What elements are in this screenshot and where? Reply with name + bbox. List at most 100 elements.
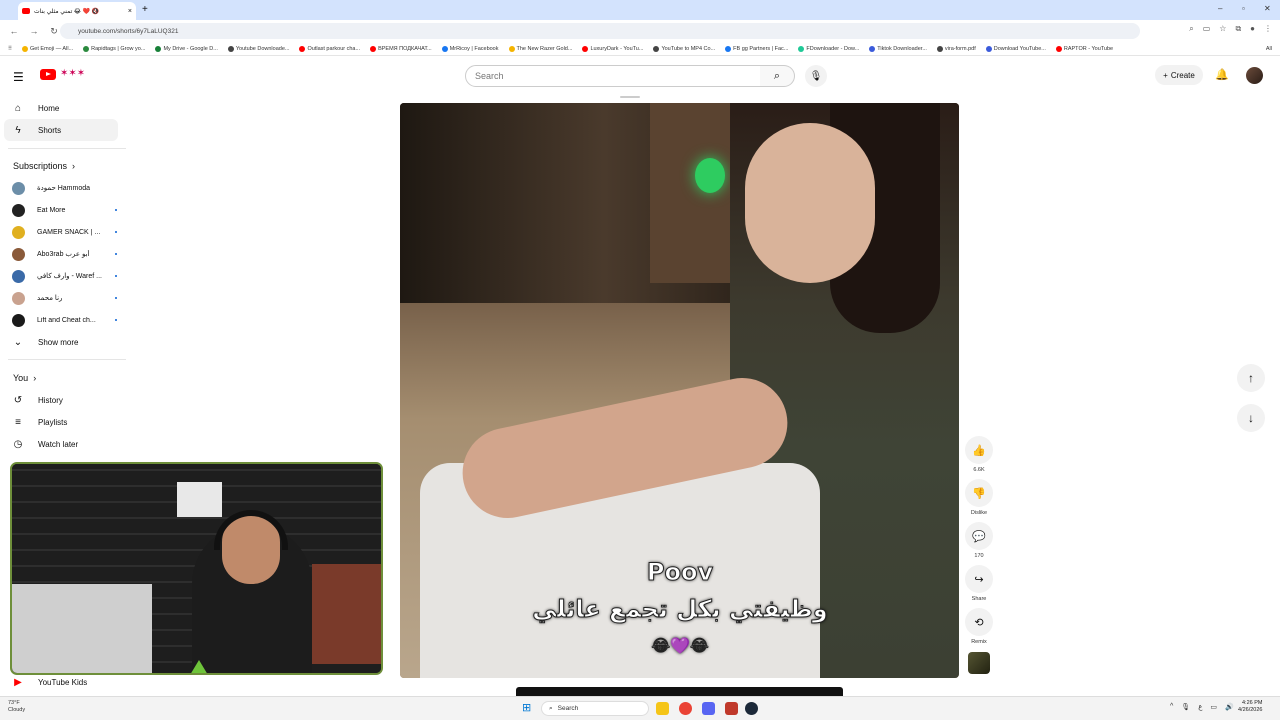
forward-icon[interactable]: → xyxy=(28,26,40,36)
audio-source-thumbnail[interactable] xyxy=(968,652,990,674)
subscription-channel[interactable]: Lift and Cheat ch... xyxy=(12,309,117,331)
notifications-bell-icon[interactable]: 🔔 xyxy=(1215,68,1229,81)
steam-icon[interactable] xyxy=(745,702,758,715)
youtube-logo-icon[interactable] xyxy=(40,69,56,80)
browser-toolbar: ← → ↻ youtube.com/shorts/6y7LaLUQ321 ⌕ ▭… xyxy=(0,20,1280,42)
youtube-header: ☰ ✶✶✶ Search ⌕ 🎙 + Create 🔔 xyxy=(0,56,1280,96)
bookmark-item[interactable]: MrRicoy | Facebook xyxy=(441,45,499,52)
reload-icon[interactable]: ↻ xyxy=(48,26,60,37)
doodle-icon[interactable]: ✶✶✶ xyxy=(60,68,85,79)
bookmark-favicon-icon xyxy=(869,45,876,52)
address-bar[interactable]: youtube.com/shorts/6y7LaLUQ321 xyxy=(60,23,1140,39)
close-window-icon[interactable]: ✕ xyxy=(1264,4,1271,13)
bookmark-item[interactable]: Get Emoji — All... xyxy=(22,45,74,52)
windows-start-icon[interactable]: ⊞ xyxy=(522,701,531,714)
next-short-preview[interactable] xyxy=(516,687,843,696)
bookmark-item[interactable]: Rapidtags | Grow yo... xyxy=(83,45,145,52)
close-tab-icon[interactable]: × xyxy=(128,8,132,15)
voice-search-button[interactable]: 🎙 xyxy=(805,65,827,87)
bookmark-favicon-icon xyxy=(725,45,732,52)
sidebar-item-history[interactable]: ↺ History xyxy=(4,389,118,411)
bookmark-item[interactable]: FB gg Partners | Fac... xyxy=(725,45,788,52)
new-tab-button[interactable]: + xyxy=(142,4,148,15)
remix-button[interactable]: ⟲ xyxy=(965,608,993,636)
search-icon: ⌕ xyxy=(549,704,553,712)
bookmark-item[interactable]: YouTube to MP4 Co... xyxy=(653,45,715,52)
sidebar-item-home[interactable]: ⌂ Home xyxy=(4,97,118,119)
bookmark-item[interactable]: Youtube Downloade... xyxy=(227,45,289,52)
bookmark-item[interactable]: Tiktok Downloader... xyxy=(869,45,927,52)
bookmark-item[interactable]: RAPTOR - YouTube xyxy=(1055,45,1113,52)
share-button[interactable]: ↪ xyxy=(965,565,993,593)
subscriptions-header[interactable]: Subscriptions › xyxy=(13,161,75,171)
search-button[interactable]: ⌕ xyxy=(760,65,795,87)
comment-button[interactable]: 💬 xyxy=(965,522,993,550)
bookmark-label: Get Emoji — All... xyxy=(30,45,74,52)
bookmark-item[interactable]: ВРЕМЯ ПОДКАЧАТ... xyxy=(370,45,432,52)
taskbar-search-label: Search xyxy=(557,705,579,712)
show-more-button[interactable]: ⌄ Show more xyxy=(4,331,118,353)
menu-icon[interactable]: ⋮ xyxy=(1264,24,1272,34)
subscription-channel[interactable]: وارف كافي - Waref ... xyxy=(12,265,117,287)
bookmark-favicon-icon xyxy=(508,45,515,52)
subscription-channel[interactable]: GAMER SNACK | ... xyxy=(12,221,117,243)
volume-icon[interactable]: 🔊 xyxy=(1225,703,1234,711)
bookmark-favicon-icon xyxy=(22,45,29,52)
bookmark-item[interactable]: vira-form.pdf xyxy=(936,45,976,52)
you-header[interactable]: You › xyxy=(13,373,36,383)
mic-icon[interactable]: 🎙 xyxy=(1181,703,1190,711)
avatar[interactable] xyxy=(1246,67,1263,84)
action-label: Dislike xyxy=(970,510,988,516)
sidebar-item-watch-later[interactable]: ◷ Watch later xyxy=(4,433,118,455)
discord-icon[interactable] xyxy=(702,702,715,715)
subscription-channel[interactable]: Abo3rab أبو عرب xyxy=(12,243,117,265)
bookmark-item[interactable]: Download YouTube... xyxy=(985,45,1046,52)
new-content-dot-icon xyxy=(115,297,117,299)
subscription-channel[interactable]: Eat More xyxy=(12,199,117,221)
maximize-icon[interactable]: ▫ xyxy=(1242,4,1245,13)
weather-widget[interactable]: 73°F Cloudy xyxy=(8,700,25,714)
new-content-dot-icon xyxy=(115,253,117,255)
channel-name: GAMER SNACK | ... xyxy=(37,228,101,236)
network-icon[interactable]: ▭ xyxy=(1210,703,1217,711)
taskbar-clock[interactable]: 4:26 PM 4/26/2026 xyxy=(1238,700,1262,714)
taskbar-search[interactable]: ⌕ Search xyxy=(541,701,649,716)
subscription-channel[interactable]: حمودة Hammoda xyxy=(12,177,117,199)
apps-icon[interactable]: ⠿ xyxy=(8,46,12,52)
extensions-icon[interactable]: ⧉ xyxy=(1235,24,1241,34)
bookmark-item[interactable]: The New Razer Gold... xyxy=(508,45,572,52)
zoom-icon[interactable]: ⌕ xyxy=(1189,24,1193,34)
back-icon[interactable]: ← xyxy=(8,26,20,36)
profile-icon[interactable]: ● xyxy=(1250,24,1255,34)
previous-short-button[interactable]: ↑ xyxy=(1237,364,1265,392)
app-icon[interactable] xyxy=(725,702,738,715)
browser-tab[interactable]: تمني مثلي بنات 😂 ❤️ 🔇 × xyxy=(18,2,136,20)
create-button[interactable]: + Create xyxy=(1155,65,1203,85)
channel-name: حمودة Hammoda xyxy=(37,185,91,192)
channel-avatar xyxy=(12,269,25,283)
video-face xyxy=(745,123,875,283)
shorts-video-player[interactable]: Poov وظيفتي بكل تجمع عائلي 😂💜😂 xyxy=(400,103,959,678)
all-bookmarks[interactable]: All xyxy=(1266,46,1272,52)
cast-icon[interactable]: ▭ xyxy=(1203,24,1211,34)
chevron-up-icon[interactable]: ^ xyxy=(1170,703,1173,711)
bookmark-star-icon[interactable]: ☆ xyxy=(1219,24,1226,34)
bookmark-label: MrRicoy | Facebook xyxy=(449,45,499,52)
sidebar-item-shorts[interactable]: ϟ Shorts xyxy=(4,119,118,141)
bookmark-item[interactable]: Outlast parkour cha... xyxy=(299,45,360,52)
minimize-icon[interactable]: – xyxy=(1218,4,1222,13)
bookmark-item[interactable]: My Drive - Google D... xyxy=(155,45,218,52)
divider xyxy=(8,359,126,360)
sidebar-item-playlists[interactable]: ≡ Playlists xyxy=(4,411,118,433)
next-short-button[interactable]: ↓ xyxy=(1237,404,1265,432)
subscription-channel[interactable]: رنا محمد xyxy=(12,287,117,309)
menu-hamburger-icon[interactable]: ☰ xyxy=(13,70,24,84)
bookmark-item[interactable]: LuxuryDark - YouTu... xyxy=(582,45,643,52)
language-icon[interactable]: ع xyxy=(1198,703,1202,711)
file-explorer-icon[interactable] xyxy=(656,702,669,715)
search-input[interactable]: Search xyxy=(465,65,761,87)
like-button[interactable]: 👍 xyxy=(965,436,993,464)
bookmark-item[interactable]: FDownloader - Dow... xyxy=(798,45,859,52)
dislike-button[interactable]: 👎 xyxy=(965,479,993,507)
chrome-icon[interactable] xyxy=(679,702,692,715)
